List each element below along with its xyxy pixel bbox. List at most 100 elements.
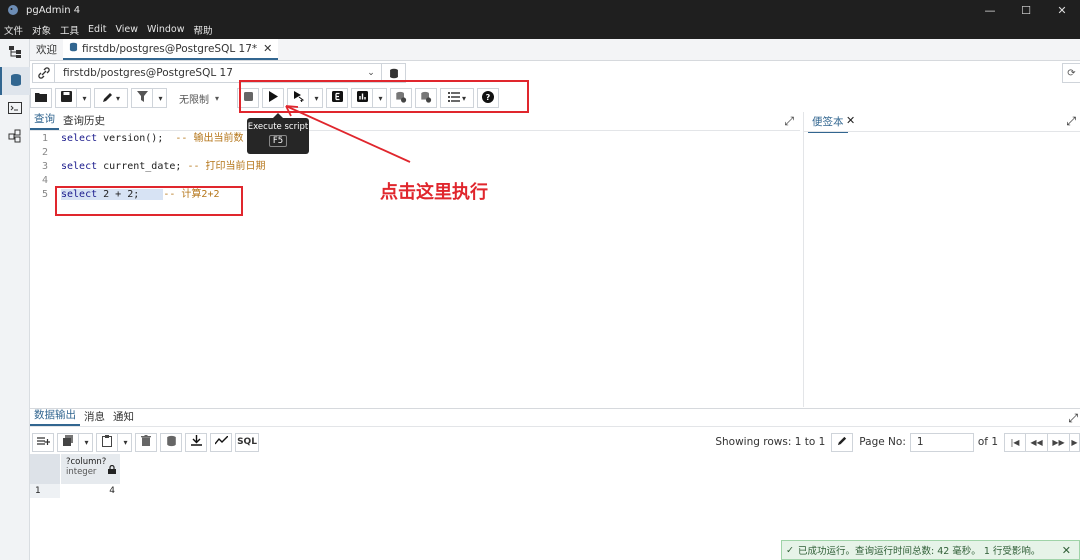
last-page-icon: ▶ — [1071, 437, 1078, 447]
tab-messages[interactable]: 消息 — [80, 409, 109, 426]
page-number-input[interactable]: 1 — [909, 432, 974, 452]
pencil-icon — [837, 435, 848, 449]
open-file-button[interactable] — [30, 88, 52, 108]
tab-data-output[interactable]: 数据输出 — [30, 407, 80, 426]
copy-button[interactable] — [57, 432, 79, 452]
row-number[interactable]: 1 — [30, 484, 60, 498]
close-tab-icon[interactable]: ✕ — [263, 42, 272, 55]
result-cell[interactable]: 4 — [60, 484, 120, 498]
connection-select[interactable]: firstdb/postgres@PostgreSQL 17 — [55, 67, 361, 79]
diagram-icon — [8, 129, 22, 146]
close-window-button[interactable]: ✕ — [1044, 0, 1080, 20]
minimize-button[interactable]: — — [972, 0, 1008, 20]
query-tool-button[interactable] — [0, 67, 30, 95]
copy-options-button[interactable]: ▾ — [79, 432, 93, 452]
download-icon — [190, 435, 202, 449]
annotation-text: 点击这里执行 — [380, 182, 488, 203]
save-icon — [60, 91, 72, 105]
code-highlight-box — [55, 186, 243, 216]
edit-button[interactable]: ▾ — [94, 88, 128, 108]
pgadmin-elephant-icon — [6, 3, 20, 17]
tab-query-history[interactable]: 查询历史 — [59, 113, 109, 130]
add-row-button[interactable] — [32, 432, 54, 452]
psql-tool-button[interactable] — [0, 95, 30, 123]
menu-window[interactable]: Window — [147, 24, 184, 35]
tab-welcome[interactable]: 欢迎 — [30, 39, 63, 60]
schema-diff-button[interactable] — [0, 123, 30, 151]
sql-button[interactable]: SQL — [235, 432, 259, 452]
expand-icon[interactable]: ⤢ — [784, 114, 794, 129]
chevron-down-icon: ▾ — [214, 93, 219, 103]
line-number: 4 — [41, 175, 48, 186]
chevron-down-icon: ▾ — [158, 93, 163, 103]
close-icon[interactable]: ✕ — [846, 114, 855, 127]
filter-options-button[interactable]: ▾ — [153, 88, 167, 108]
copy-icon — [63, 435, 73, 449]
folder-icon — [35, 92, 47, 105]
column-header[interactable]: ?column? integer — [60, 454, 120, 484]
tab-notifications[interactable]: 通知 — [109, 409, 138, 426]
menu-tools[interactable]: 工具 — [60, 23, 79, 37]
previous-page-button[interactable]: ◀◀ — [1026, 432, 1048, 452]
expand-icon[interactable]: ⤢ — [1066, 114, 1076, 129]
next-page-button[interactable]: ▶▶ — [1048, 432, 1070, 452]
close-icon[interactable]: ✕ — [1062, 544, 1071, 557]
delete-button[interactable] — [135, 432, 157, 452]
page-no-label: Page No: — [859, 436, 906, 448]
menu-help[interactable]: 帮助 — [193, 23, 212, 37]
tab-query[interactable]: 查询 — [30, 111, 59, 130]
maximize-button[interactable]: ☐ — [1008, 0, 1044, 20]
trash-icon — [141, 435, 151, 449]
pencil-icon — [102, 91, 114, 106]
line-number: 5 — [41, 189, 48, 200]
menu-file[interactable]: 文件 — [4, 23, 23, 37]
database-icon — [10, 73, 22, 90]
rewind-icon: ◀◀ — [1030, 437, 1043, 447]
graph-button[interactable] — [210, 432, 232, 452]
tab-query-tool-label: firstdb/postgres@PostgreSQL 17* — [82, 42, 258, 55]
expand-icon[interactable]: ⤢ — [1068, 411, 1078, 426]
results-panel: 数据输出 消息 通知 ⤢ ▾ ▾ SQL Showing rows: 1 to … — [30, 408, 1080, 560]
add-row-icon — [36, 436, 50, 449]
tree-icon — [8, 45, 22, 62]
main-tab-bar: 欢迎 firstdb/postgres@PostgreSQL 17* ✕ — [30, 39, 1080, 61]
link-icon[interactable] — [33, 64, 55, 82]
line-gutter: 1 2 3 4 5 — [30, 132, 52, 407]
filter-icon — [136, 91, 148, 105]
refresh-icon[interactable]: ⟳ — [1062, 63, 1080, 83]
row-limit-select[interactable]: 无限制 ▾ — [170, 88, 228, 108]
page-of-label: of 1 — [977, 436, 998, 448]
success-toast: ✓ 已成功运行。查询运行时间总数: 42 毫秒。 1 行受影响。 ✕ — [781, 540, 1080, 560]
filter-button[interactable] — [131, 88, 153, 108]
save-button[interactable] — [55, 88, 77, 108]
save-options-button[interactable]: ▾ — [77, 88, 91, 108]
menu-bar: 文件 对象 工具 Edit View Window 帮助 — [0, 20, 1080, 39]
object-explorer-button[interactable] — [0, 39, 30, 67]
download-button[interactable] — [185, 432, 207, 452]
chevron-down-icon[interactable]: ⌄ — [361, 68, 381, 78]
check-icon: ✓ — [786, 544, 794, 556]
save-data-button[interactable] — [160, 432, 182, 452]
window-title: pgAdmin 4 — [26, 4, 81, 16]
code-editor[interactable]: 1 2 3 4 5 select version(); -- 输出当前数 sel… — [30, 132, 800, 407]
results-toolbar: ▾ ▾ SQL Showing rows: 1 to 1 Page No: 1 … — [30, 430, 1080, 454]
menu-object[interactable]: 对象 — [32, 23, 51, 37]
last-page-button[interactable]: ▶ — [1070, 432, 1080, 452]
query-toolbar: ▾ ▾ ▾ 无限制 ▾ ▾ ▾ ▾ ? — [30, 86, 1080, 110]
line-number: 1 — [41, 133, 48, 144]
chevron-down-icon: ▾ — [82, 93, 87, 103]
code-line: select current_date; -- 打印当前日期 — [61, 161, 266, 172]
edit-rows-button[interactable] — [831, 432, 854, 452]
chevron-down-icon: ▾ — [84, 437, 89, 447]
paste-options-button[interactable]: ▾ — [118, 432, 132, 452]
menu-edit[interactable]: Edit — [88, 24, 106, 35]
code-line: select version(); -- 输出当前数 — [61, 133, 244, 144]
left-tool-strip — [0, 39, 30, 560]
first-page-button[interactable]: |◀ — [1004, 432, 1026, 452]
paste-button[interactable] — [96, 432, 118, 452]
tab-query-tool[interactable]: firstdb/postgres@PostgreSQL 17* ✕ — [63, 39, 279, 60]
menu-view[interactable]: View — [115, 24, 138, 35]
grid-corner[interactable] — [30, 454, 60, 484]
annotation-arrow — [285, 105, 411, 163]
first-page-icon: |◀ — [1010, 437, 1020, 447]
